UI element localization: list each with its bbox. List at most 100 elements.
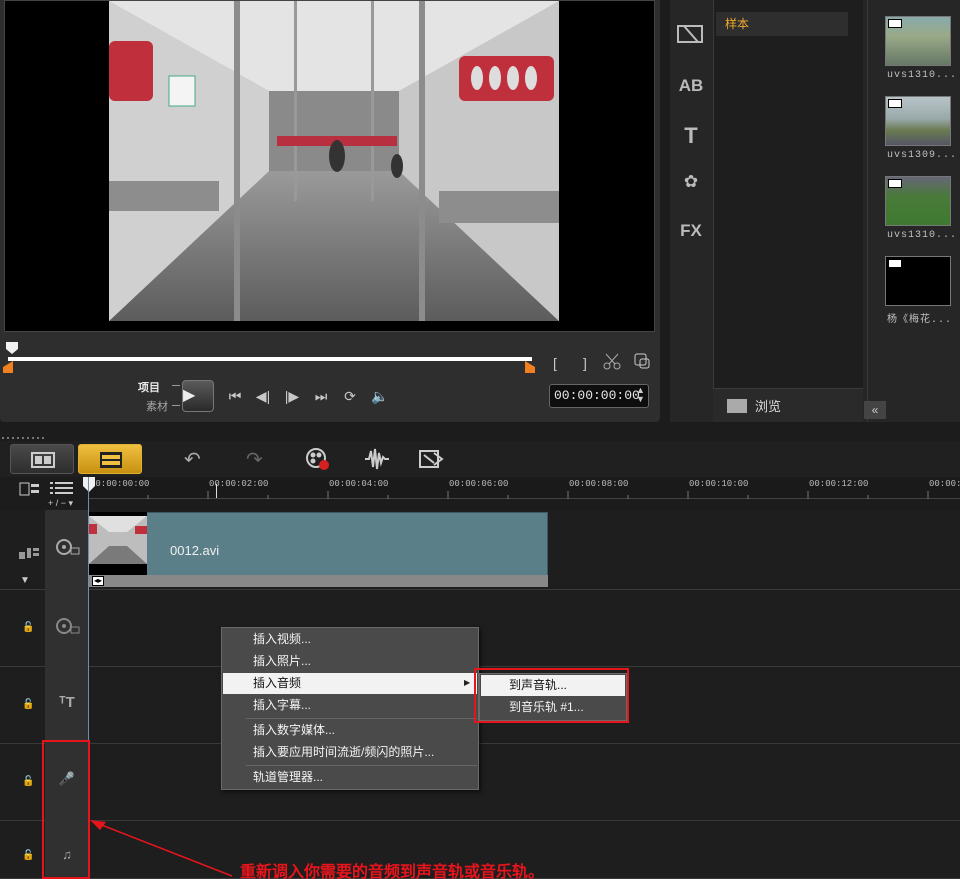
annotation-highlight-box (42, 740, 90, 879)
timecode-spinner-icon[interactable]: ▲ ▼ (636, 386, 645, 404)
thumbnail-caption: uvs1309... (887, 150, 958, 161)
annotation-highlight-box (474, 668, 629, 723)
annotation-note: 重新调入你需要的音频到声音轨或音乐轨。 (240, 864, 545, 879)
clip-audio-bar (89, 575, 548, 587)
clip-thumbnail (89, 512, 147, 576)
lock-icon[interactable]: 🔓 (22, 622, 34, 633)
mode-clip-label[interactable]: 素材 (146, 398, 168, 414)
menu-item-track-manager[interactable]: 轨道管理器... (223, 767, 477, 788)
enlarge-icon[interactable] (631, 352, 653, 374)
ruler-tick-label: 00:00:08:00 (569, 479, 629, 489)
menu-separator (246, 718, 477, 719)
library-thumbnail[interactable] (885, 16, 951, 66)
zoom-control[interactable]: + / − ▾ (48, 498, 73, 509)
scrubber-track[interactable] (8, 357, 532, 361)
library-thumbnail[interactable] (885, 256, 951, 306)
playhead-marker[interactable] (83, 477, 95, 493)
ripple-edit-icon[interactable] (18, 546, 40, 560)
record-icon[interactable] (304, 447, 332, 474)
lock-icon[interactable]: 🔓 (22, 699, 34, 710)
ruler-tick-label: 00:00:06:00 (449, 479, 509, 489)
trim-out-marker[interactable] (525, 361, 535, 373)
prev-start-icon[interactable]: ⏮ (224, 385, 246, 407)
library-folder-list (713, 0, 863, 388)
ab-transition-tab-icon[interactable]: AB (676, 71, 706, 101)
preview-video-frame (109, 1, 559, 321)
preview-screen (4, 0, 655, 332)
repeat-icon[interactable]: ⟳ (339, 385, 361, 407)
thumbnail-caption: 杨《梅花... (887, 315, 953, 326)
video-file-icon (888, 259, 902, 268)
menu-item-insert-photo[interactable]: 插入照片... (223, 651, 477, 672)
overlay-track-icon (53, 617, 81, 637)
thumbnail-caption: uvs1310... (887, 230, 958, 241)
timecode-display[interactable]: 00:00:00:00 (549, 384, 649, 408)
menu-separator (246, 765, 477, 766)
browse-icon (727, 399, 747, 413)
ruler-tick-label: 00:00:12:00 (809, 479, 869, 489)
browse-label: 浏览 (755, 399, 782, 414)
browse-button[interactable]: 浏览 (713, 388, 863, 422)
video-file-icon (888, 99, 902, 108)
cut-icon[interactable] (601, 352, 623, 374)
lock-icon[interactable]: 🔓 (22, 850, 34, 861)
ruler-tick-label: 00:00:02:00 (209, 479, 269, 489)
collapse-library-icon[interactable]: « (864, 401, 886, 419)
auto-music-icon[interactable] (418, 447, 444, 474)
clip-audio-icon: ◂▸ (92, 576, 104, 586)
chapter-list-icon[interactable] (50, 481, 74, 495)
video-file-icon (888, 179, 902, 188)
video-track-icon (53, 538, 81, 558)
ruler-tick-label: 00:00:04:00 (329, 479, 389, 489)
menu-item-insert-digital-media[interactable]: 插入数字媒体... (223, 720, 477, 741)
mark-in-button[interactable]: [ (544, 352, 566, 374)
menu-item-insert-audio[interactable]: 插入音频 (223, 673, 477, 694)
mark-out-button[interactable]: ] (574, 352, 596, 374)
menu-item-insert-video[interactable]: 插入视频... (223, 629, 477, 650)
graphic-tab-icon[interactable]: ✿ (676, 167, 706, 197)
clip-name: 0012.avi (170, 543, 220, 558)
ruler-tick-label: 00:00:1 (929, 479, 960, 489)
timeline-view-button[interactable] (78, 444, 142, 474)
transition-tab-icon[interactable] (676, 22, 706, 52)
panel-resize-grip[interactable] (0, 432, 960, 440)
video-file-icon (888, 19, 902, 28)
track-manager-icon[interactable] (19, 481, 41, 497)
scrubber-handle[interactable] (6, 342, 18, 354)
library-thumbnail[interactable] (885, 176, 951, 226)
annotation-arrow (90, 820, 233, 877)
ruler-tick-label: 00:00:10:00 (689, 479, 749, 489)
play-icon: ▶ (183, 387, 196, 404)
overlay-track (0, 590, 960, 667)
filter-tab-icon[interactable]: FX (676, 216, 706, 246)
lock-icon[interactable]: 🔓 (22, 776, 34, 787)
thumbnail-caption: uvs1310... (887, 70, 958, 81)
storyboard-view-button[interactable] (10, 444, 74, 474)
next-end-icon[interactable]: ⏭ (310, 385, 332, 407)
library-tab-bar (670, 0, 712, 422)
play-button[interactable]: ▶ (182, 380, 214, 412)
library-folder-sample[interactable]: 样本 (716, 12, 848, 36)
menu-item-insert-time-lapse-photo[interactable]: 插入要应用时间流逝/频闪的照片... (223, 742, 477, 763)
ruler-tick-label: 00:00:00:00 (90, 479, 150, 489)
zoom-label: + / − (48, 498, 67, 508)
volume-icon[interactable]: 🔈 (369, 385, 391, 407)
menu-item-insert-subtitle[interactable]: 插入字幕... (223, 695, 477, 716)
timeline-toolbar (0, 441, 960, 477)
voice-track (0, 744, 960, 821)
mode-line-divider (172, 405, 180, 406)
undo-icon[interactable]: ↶ (184, 447, 201, 472)
title-tab-icon[interactable]: T (676, 121, 706, 151)
mode-line-divider (172, 385, 180, 386)
mode-project-label[interactable]: 项目 (138, 379, 160, 395)
ruler-cursor (216, 484, 217, 498)
prev-frame-icon[interactable]: ◀| (252, 385, 274, 407)
submenu-arrow-icon: ▶ (464, 678, 471, 687)
library-thumbnail[interactable] (885, 96, 951, 146)
trim-in-marker[interactable] (3, 361, 13, 373)
title-track-icon: ᵀT (59, 694, 75, 711)
audio-mix-icon[interactable] (364, 447, 390, 474)
next-frame-icon[interactable]: |▶ (281, 385, 303, 407)
redo-icon[interactable]: ↷ (246, 447, 263, 472)
expand-track-icon[interactable]: ▼ (20, 575, 30, 586)
